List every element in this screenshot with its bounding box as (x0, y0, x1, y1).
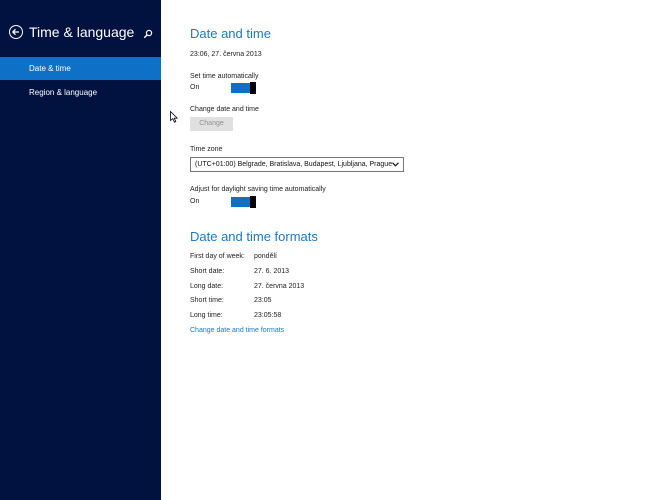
sidebar-item-label: Date & time (29, 64, 71, 73)
mouse-pointer-icon (170, 111, 178, 123)
time-zone-label: Time zone (190, 146, 223, 153)
back-button[interactable] (9, 25, 23, 39)
format-label-long-date: Long date: (190, 283, 224, 290)
current-date-time: 23:06, 27. června 2013 (190, 51, 262, 58)
sidebar-title: Time & language (29, 24, 135, 40)
sidebar-header: Time & language (9, 24, 157, 43)
format-value-short-date: 27. 6. 2013 (254, 268, 290, 275)
format-value-short-time: 23:05 (254, 297, 272, 304)
sidebar-item-region-language[interactable]: Region & language (0, 81, 161, 104)
set-time-auto-state: On (190, 84, 200, 91)
dst-toggle[interactable] (231, 196, 256, 208)
chevron-down-icon (392, 162, 399, 167)
format-label-long-time: Long time: (190, 312, 223, 319)
time-zone-value: (UTC+01:00) Belgrade, Bratislava, Budape… (195, 161, 393, 168)
format-label-short-time: Short time: (190, 297, 224, 304)
main-content: Date and time 23:06, 27. června 2013 Set… (161, 0, 667, 500)
format-value-first-day: pondělí (254, 253, 277, 260)
formats-heading: Date and time formats (190, 229, 318, 244)
format-value-long-date: 27. června 2013 (254, 283, 305, 290)
set-time-auto-toggle[interactable] (231, 82, 256, 94)
change-button[interactable]: Change (190, 117, 233, 131)
dst-state: On (190, 198, 200, 205)
search-button[interactable] (143, 26, 155, 39)
toggle-thumb (250, 82, 256, 94)
format-label-short-date: Short date: (190, 268, 225, 275)
time-zone-select[interactable]: (UTC+01:00) Belgrade, Bratislava, Budape… (190, 157, 404, 172)
set-time-auto-label: Set time automatically (190, 73, 259, 80)
sidebar-item-date-time[interactable]: Date & time (0, 57, 161, 80)
search-icon (143, 29, 153, 39)
dst-label: Adjust for daylight saving time automati… (190, 186, 326, 193)
sidebar-item-label: Region & language (29, 88, 98, 97)
back-arrow-icon (11, 28, 19, 36)
format-label-first-day: First day of week: (190, 253, 245, 260)
sidebar: Time & language Date & time Region & lan… (0, 0, 161, 500)
change-formats-link[interactable]: Change date and time formats (190, 327, 284, 334)
toggle-thumb (250, 196, 256, 208)
date-time-heading: Date and time (190, 26, 271, 41)
format-value-long-time: 23:05:58 (254, 312, 282, 319)
change-date-time-label: Change date and time (190, 106, 259, 113)
